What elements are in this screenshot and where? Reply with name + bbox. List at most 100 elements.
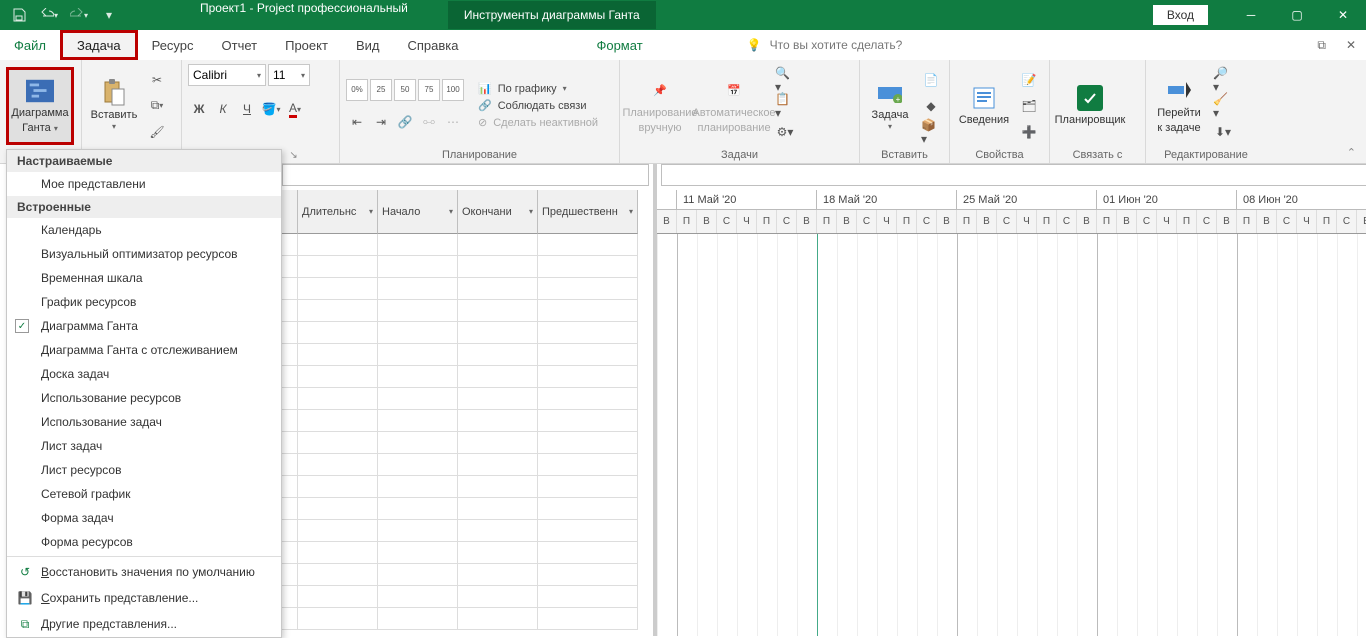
milestone-icon[interactable]: ◆ [920, 95, 942, 117]
view-menu-item[interactable]: Диаграмма Ганта с отслеживанием [7, 338, 281, 362]
gantt-chart-button[interactable]: Диаграмма Ганта ▾ [6, 67, 74, 145]
close-pane-icon[interactable]: ✕ [1346, 38, 1356, 52]
task-sheet[interactable]: Длительнс▾Начало▾Окончани▾Предшественн▾ [282, 164, 657, 636]
tab-view[interactable]: Вид [342, 30, 394, 60]
view-menu-reset[interactable]: ↺Восстановить значения по умолчанию [7, 559, 281, 585]
notes-icon[interactable]: 📝 [1018, 69, 1040, 91]
view-menu-item[interactable]: Использование ресурсов [7, 386, 281, 410]
table-row[interactable] [282, 234, 653, 256]
planner-button[interactable]: Планировщик [1056, 67, 1124, 145]
table-row[interactable] [282, 256, 653, 278]
close-icon[interactable]: ✕ [1320, 0, 1366, 30]
underline-icon[interactable]: Ч [236, 98, 258, 120]
find-icon[interactable]: 🔎▾ [1212, 69, 1234, 91]
table-row[interactable] [282, 366, 653, 388]
fill-color-icon[interactable]: 🪣▾ [260, 98, 282, 120]
indent-icon[interactable]: ⇥ [370, 111, 392, 133]
entry-bar-right[interactable] [661, 164, 1366, 186]
summary-icon[interactable]: 📄 [920, 69, 942, 91]
paste-button[interactable]: Вставить ▾ [88, 67, 140, 145]
bold-icon[interactable]: Ж [188, 98, 210, 120]
font-name-select[interactable]: Calibri▾ [188, 64, 266, 86]
pct-50-icon[interactable]: 50 [394, 79, 416, 101]
table-row[interactable] [282, 344, 653, 366]
timeline-add-icon[interactable]: ➕ [1018, 121, 1040, 143]
view-menu-item[interactable]: Использование задач [7, 410, 281, 434]
minimize-icon[interactable]: ─ [1228, 0, 1274, 30]
sheet-column-header[interactable]: Начало▾ [378, 190, 458, 234]
view-menu-item[interactable]: Временная шкала [7, 266, 281, 290]
table-row[interactable] [282, 278, 653, 300]
table-row[interactable] [282, 432, 653, 454]
login-button[interactable]: Вход [1153, 5, 1208, 25]
save-icon[interactable] [8, 4, 30, 26]
outdent-icon[interactable]: ⇤ [346, 111, 368, 133]
manual-schedule-button[interactable]: 📌 Планирование вручную [626, 67, 694, 145]
table-row[interactable] [282, 586, 653, 608]
pct-75-icon[interactable]: 75 [418, 79, 440, 101]
view-menu-item[interactable]: Лист ресурсов [7, 458, 281, 482]
insert-task-button[interactable]: + Задача ▾ [866, 67, 914, 145]
deliverable-icon[interactable]: 📦▾ [920, 121, 942, 143]
tell-me-search[interactable]: 💡 Что вы хотите сделать? [747, 30, 903, 60]
view-menu-item[interactable]: Календарь [7, 218, 281, 242]
view-menu-item[interactable]: График ресурсов [7, 290, 281, 314]
table-row[interactable] [282, 388, 653, 410]
undo-icon[interactable]: ▾ [38, 4, 60, 26]
fill-icon[interactable]: ⬇▾ [1212, 121, 1234, 143]
tab-resource[interactable]: Ресурс [138, 30, 208, 60]
view-menu-save[interactable]: 💾Сохранить представление... [7, 585, 281, 611]
table-row[interactable] [282, 520, 653, 542]
qat-customize-icon[interactable]: ▾ [98, 4, 120, 26]
view-menu-other[interactable]: ⧉Другие представления... [7, 611, 281, 637]
tab-project[interactable]: Проект [271, 30, 342, 60]
view-menu-item[interactable]: Форма ресурсов [7, 530, 281, 554]
table-row[interactable] [282, 410, 653, 432]
sheet-column-header[interactable] [282, 190, 298, 234]
inspect-icon[interactable]: 🔍▾ [774, 69, 796, 91]
table-row[interactable] [282, 300, 653, 322]
split-task-icon[interactable]: ⋯ [442, 111, 464, 133]
table-row[interactable] [282, 542, 653, 564]
format-painter-icon[interactable]: 🖌 [146, 121, 168, 143]
table-row[interactable] [282, 564, 653, 586]
information-button[interactable]: Сведения [956, 67, 1012, 145]
table-row[interactable] [282, 608, 653, 630]
tab-format[interactable]: Формат [582, 30, 656, 60]
mark-on-track-button[interactable]: 📊По графику ▾ [478, 82, 598, 95]
view-menu-item[interactable]: Лист задач [7, 434, 281, 458]
table-row[interactable] [282, 498, 653, 520]
pct-100-icon[interactable]: 100 [442, 79, 464, 101]
font-size-select[interactable]: 11▾ [268, 64, 310, 86]
pct-0-icon[interactable]: 0% [346, 79, 368, 101]
copy-icon[interactable]: ⧉▾ [146, 95, 168, 117]
tab-report[interactable]: Отчет [208, 30, 272, 60]
unlink-tasks-icon[interactable]: ⧟ [418, 111, 440, 133]
font-dialog-launcher-icon[interactable]: ↘ [289, 150, 297, 161]
italic-icon[interactable]: К [212, 98, 234, 120]
tab-task[interactable]: Задача [60, 30, 138, 60]
view-menu-my-view[interactable]: Мое представлени [7, 172, 281, 196]
entry-bar-left[interactable] [282, 164, 649, 186]
mode-icon[interactable]: ⚙▾ [774, 121, 796, 143]
inactivate-button[interactable]: ⊘Сделать неактивной [478, 116, 598, 129]
auto-schedule-button[interactable]: 📅 Автоматическое планирование [700, 67, 768, 145]
view-menu-item[interactable]: ✓Диаграмма Ганта [7, 314, 281, 338]
link-tasks-icon[interactable]: 🔗 [394, 111, 416, 133]
view-menu-item[interactable]: Форма задач [7, 506, 281, 530]
scroll-to-task-button[interactable]: Перейти к задаче [1152, 67, 1206, 145]
view-menu-item[interactable]: Доска задач [7, 362, 281, 386]
sheet-column-header[interactable]: Окончани▾ [458, 190, 538, 234]
cut-icon[interactable]: ✂ [146, 69, 168, 91]
clear-icon[interactable]: 🧹▾ [1212, 95, 1234, 117]
gantt-chart-area[interactable]: 11 Май '2018 Май '2025 Май '2001 Июн '20… [657, 164, 1366, 636]
share-icon[interactable]: ⧉ [1317, 38, 1326, 53]
table-row[interactable] [282, 454, 653, 476]
view-menu-item[interactable]: Сетевой график [7, 482, 281, 506]
view-menu-item[interactable]: Визуальный оптимизатор ресурсов [7, 242, 281, 266]
collapse-ribbon-icon[interactable]: ⌃ [1347, 146, 1356, 159]
table-row[interactable] [282, 476, 653, 498]
tab-file[interactable]: Файл [0, 30, 60, 60]
sheet-column-header[interactable]: Предшественн▾ [538, 190, 638, 234]
move-icon[interactable]: 📋▾ [774, 95, 796, 117]
